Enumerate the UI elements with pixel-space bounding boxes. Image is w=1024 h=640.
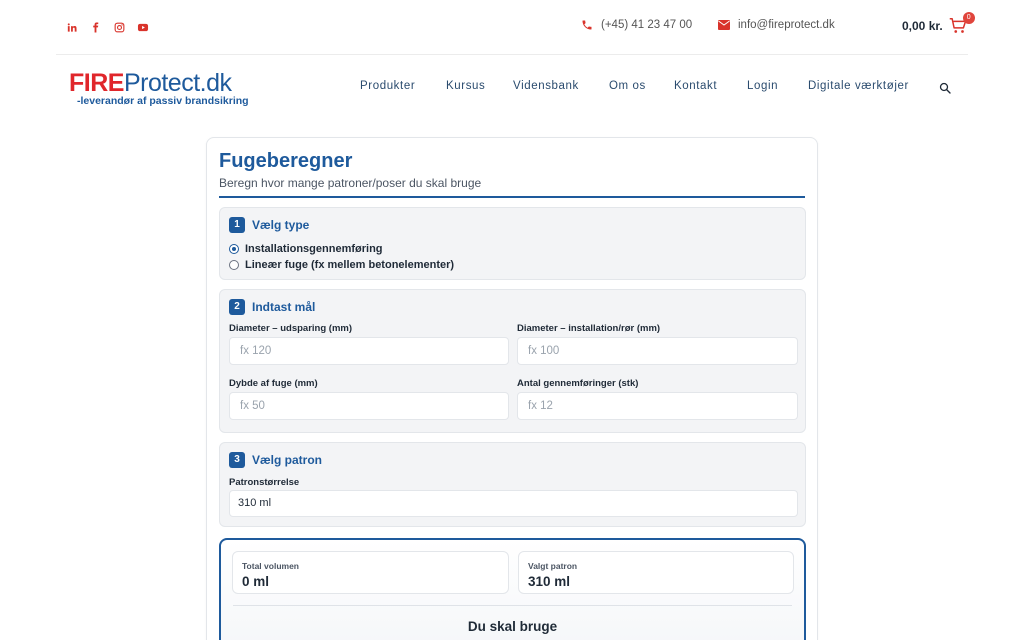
step-measure-section: 2 Indtast mål Diameter – udsparing (mm) … (219, 289, 806, 433)
result-panel: Total volumen 0 ml Valgt patron 310 ml D… (219, 538, 806, 640)
nav-vidensbank[interactable]: Vidensbank (513, 80, 579, 92)
patronstoerrelse-label: Patronstørrelse (229, 477, 300, 488)
shopping-cart-icon: 0 (949, 12, 975, 35)
dybde-input[interactable] (229, 392, 509, 420)
nav-om-os[interactable]: Om os (609, 80, 646, 92)
nav-kursus[interactable]: Kursus (446, 80, 485, 92)
cart-amount: 0,00 kr. (902, 19, 943, 33)
step-number-badge: 3 (229, 452, 245, 468)
diameter-installation-label: Diameter – installation/rør (mm) (517, 323, 661, 334)
selected-patron-label: Valgt patron (528, 561, 578, 571)
selected-patron-value: 310 ml (528, 574, 571, 589)
search-icon[interactable] (939, 81, 953, 95)
top-bar: (+45) 41 23 47 00 info@fireprotect.dk 0,… (0, 0, 1024, 55)
cart-button[interactable]: 0,00 kr. 0 (902, 12, 975, 35)
youtube-icon[interactable] (136, 20, 150, 34)
social-links (64, 20, 150, 34)
nav-login[interactable]: Login (747, 80, 778, 92)
step-patron-section: 3 Vælg patron Patronstørrelse 310 ml (219, 442, 806, 527)
cart-count-badge: 0 (962, 12, 975, 24)
calculator-card: Fugeberegner Beregn hvor mange patroner/… (206, 137, 818, 640)
radio-lineaer-fuge[interactable]: Lineær fuge (fx mellem betonelementer) (229, 259, 454, 271)
total-volume-value: 0 ml (242, 574, 270, 589)
step-header: 2 Indtast mål (229, 299, 315, 315)
step-type-section: 1 Vælg type Installationsgennemføring Li… (219, 207, 806, 280)
linkedin-icon[interactable] (64, 20, 78, 34)
radio-label: Installationsgennemføring (245, 243, 383, 255)
calculator-title: Fugeberegner (219, 150, 353, 172)
antal-input[interactable] (517, 392, 798, 420)
step-title: Vælg type (252, 218, 310, 232)
radio-installationsgennemfoering[interactable]: Installationsgennemføring (229, 243, 383, 255)
step-header: 3 Vælg patron (229, 452, 322, 468)
diameter-udsparing-input[interactable] (229, 337, 509, 365)
logo-wordmark: FIREProtect.dk (69, 70, 249, 96)
email-address: info@fireprotect.dk (738, 19, 835, 31)
phone-icon (582, 20, 592, 30)
step-number-badge: 1 (229, 217, 245, 233)
radio-label: Lineær fuge (fx mellem betonelementer) (245, 259, 455, 271)
selected-patron-card: Valgt patron 310 ml (518, 551, 794, 594)
envelope-icon (718, 20, 730, 30)
logo-tagline: -leverandør af passiv brandsikring (77, 95, 249, 107)
topbar-divider (56, 54, 968, 55)
phone-contact[interactable]: (+45) 41 23 47 00 (581, 19, 692, 31)
result-divider (233, 605, 792, 606)
nav-digitale-vaerktoejer[interactable]: Digitale værktøjer (808, 80, 909, 92)
diameter-udsparing-label: Diameter – udsparing (mm) (229, 323, 352, 334)
site-logo[interactable]: FIREProtect.dk -leverandør af passiv bra… (69, 70, 249, 107)
total-volume-card: Total volumen 0 ml (232, 551, 509, 594)
total-volume-label: Total volumen (242, 561, 299, 571)
step-header: 1 Vælg type (229, 217, 309, 233)
dybde-label: Dybde af fuge (mm) (229, 378, 318, 389)
calculator-subtitle: Beregn hvor mange patroner/poser du skal… (219, 176, 482, 190)
nav-kontakt[interactable]: Kontakt (674, 80, 717, 92)
antal-label: Antal gennemføringer (stk) (517, 378, 639, 389)
email-contact[interactable]: info@fireprotect.dk (718, 19, 835, 31)
diameter-installation-input[interactable] (517, 337, 798, 365)
step-title: Indtast mål (252, 300, 316, 314)
facebook-icon[interactable] (88, 20, 102, 34)
logo-protect-text: Protect.dk (123, 69, 232, 97)
instagram-icon[interactable] (112, 20, 126, 34)
patron-size-select[interactable]: 310 ml (229, 490, 798, 517)
radio-button-selected[interactable] (229, 244, 239, 254)
step-title: Vælg patron (252, 453, 323, 467)
nav-produkter[interactable]: Produkter (360, 80, 415, 92)
result-heading: Du skal bruge (467, 619, 558, 634)
step-number-badge: 2 (229, 299, 245, 315)
phone-number: (+45) 41 23 47 00 (601, 19, 693, 31)
radio-button[interactable] (229, 260, 239, 270)
logo-fire-text: FIRE (69, 69, 124, 97)
title-divider (219, 196, 805, 198)
